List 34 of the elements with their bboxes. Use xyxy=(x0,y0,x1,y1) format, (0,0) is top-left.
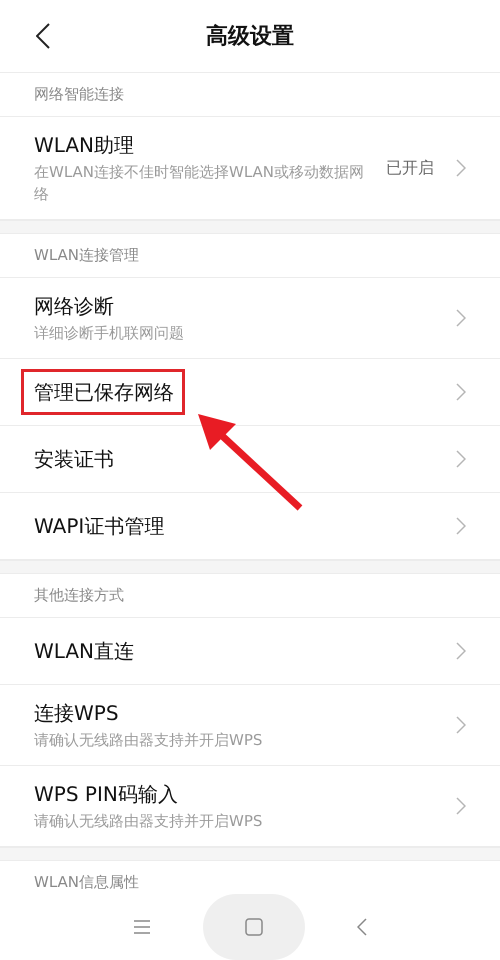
section-header: WLAN信息属性 xyxy=(34,872,140,894)
settings-item[interactable]: 连接WPS 请确认无线路由器支持并开启WPS xyxy=(0,685,500,766)
menu-icon[interactable] xyxy=(133,919,151,935)
chevron-right-icon xyxy=(456,383,466,401)
item-subtitle: 详细诊断手机联网问题 xyxy=(34,323,185,344)
section-header: 网络智能连接 xyxy=(34,84,124,106)
settings-item[interactable]: 网络诊断 详细诊断手机联网问题 xyxy=(0,278,500,359)
settings-item[interactable]: WLAN直连 xyxy=(0,618,500,685)
page-title: 高级设置 xyxy=(206,22,294,50)
chevron-right-icon xyxy=(456,716,466,734)
item-subtitle: 请确认无线路由器支持并开启WPS xyxy=(34,730,264,751)
item-value: 已开启 xyxy=(386,157,434,179)
back-icon[interactable] xyxy=(36,23,50,49)
item-subtitle: 在WLAN连接不佳时智能选择WLAN或移动数据网络 xyxy=(34,162,366,205)
chevron-right-icon xyxy=(456,642,466,660)
item-title: WLAN直连 xyxy=(34,638,134,665)
chevron-right-icon xyxy=(456,797,466,815)
item-title: 连接WPS xyxy=(34,700,119,727)
item-subtitle: 请确认无线路由器支持并开启WPS xyxy=(34,811,264,832)
chevron-right-icon xyxy=(456,450,466,468)
item-title: WPS PIN码输入 xyxy=(34,781,178,808)
settings-item[interactable]: 管理已保存网络 xyxy=(0,359,500,426)
item-title: 安装证书 xyxy=(34,446,114,473)
home-icon[interactable] xyxy=(245,918,263,936)
item-title: 管理已保存网络 xyxy=(21,369,185,415)
item-title: WLAN助理 xyxy=(34,132,134,159)
item-title: WAPI证书管理 xyxy=(34,513,164,540)
chevron-right-icon xyxy=(456,309,466,327)
section-header: WLAN连接管理 xyxy=(34,245,140,266)
item-title: 网络诊断 xyxy=(34,293,114,320)
chevron-right-icon xyxy=(456,159,466,177)
settings-item[interactable]: 安装证书 xyxy=(0,426,500,493)
chevron-right-icon xyxy=(456,517,466,535)
section-header: 其他连接方式 xyxy=(34,585,124,606)
